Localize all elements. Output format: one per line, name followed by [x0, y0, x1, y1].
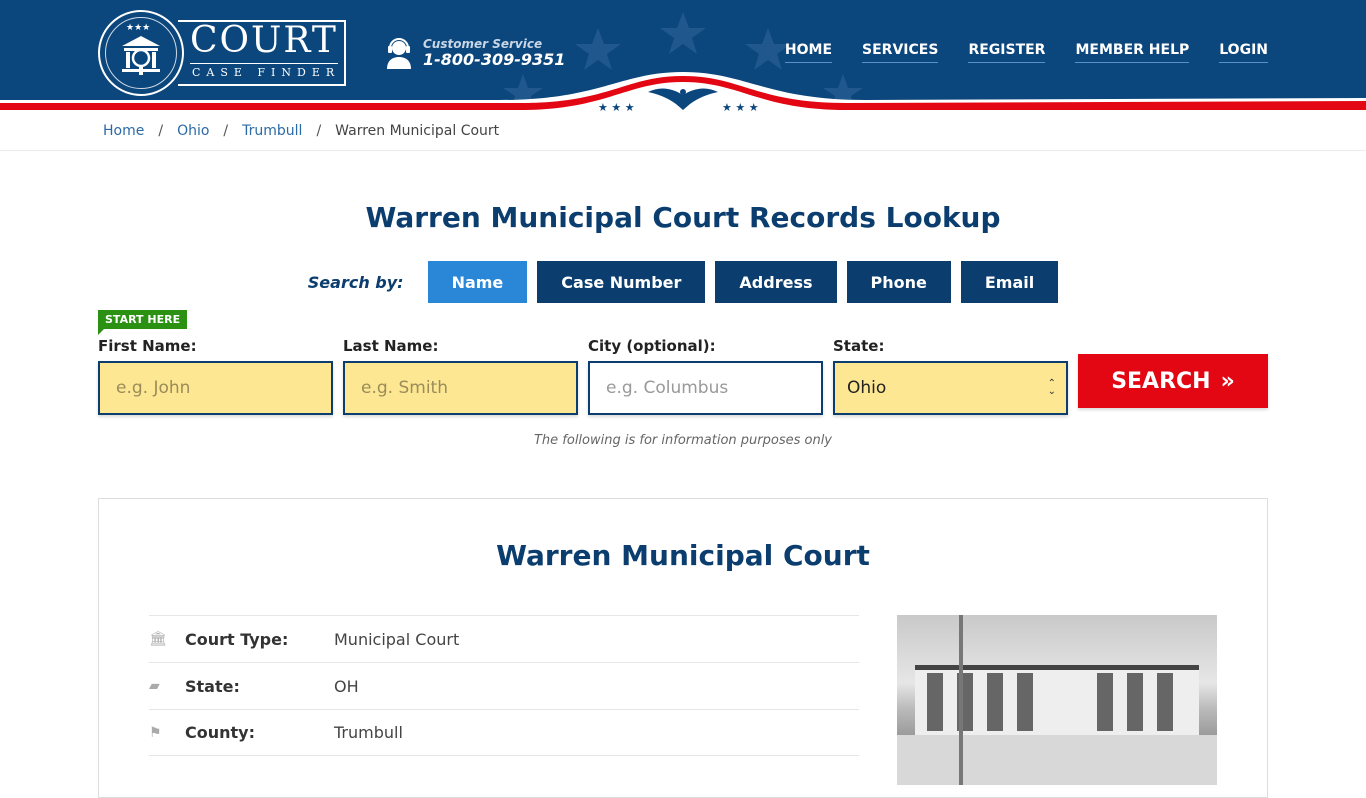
last-name-group: Last Name: e.g. Smith	[343, 337, 578, 415]
state-select[interactable]: Ohio ⌃ ⌄	[833, 361, 1068, 415]
city-input[interactable]: e.g. Columbus	[588, 361, 823, 415]
breadcrumb-ohio[interactable]: Ohio	[177, 123, 209, 139]
nav-services[interactable]: SERVICES	[862, 42, 939, 63]
logo-subtitle: CASE FINDER	[192, 66, 341, 79]
tab-case-number[interactable]: Case Number	[537, 261, 706, 303]
first-name-input[interactable]: e.g. John	[98, 361, 333, 415]
tab-name[interactable]: Name	[427, 261, 528, 303]
breadcrumb-trumbull[interactable]: Trumbull	[242, 123, 302, 139]
usa-map-icon: ▰	[149, 678, 160, 694]
customer-service: Customer Service 1-800-309-9351	[385, 36, 565, 70]
start-here-badge: START HERE	[98, 310, 188, 335]
breadcrumb-separator: /	[316, 123, 322, 139]
breadcrumb-current: Warren Municipal Court	[335, 123, 500, 139]
search-button-label: SEARCH	[1111, 368, 1211, 394]
first-name-group: First Name: e.g. John	[98, 337, 333, 415]
svg-text:★ ★ ★: ★ ★ ★	[722, 101, 759, 112]
detail-key: State:	[185, 676, 240, 696]
site-header: ★ ★ ★ ★ ★ ★ ★★★ COURT CASE FINDER Custom…	[0, 0, 1366, 112]
detail-value: OH	[334, 676, 359, 696]
nav-register[interactable]: REGISTER	[968, 42, 1046, 63]
headset-agent-icon	[387, 38, 411, 69]
logo-title: COURT	[190, 20, 338, 61]
tab-address[interactable]: Address	[715, 261, 837, 303]
search-by-tabs: Search by: Name Case Number Address Phon…	[0, 261, 1366, 303]
page-title: Warren Municipal Court Records Lookup	[365, 201, 1001, 234]
state-label: State:	[833, 337, 885, 355]
double-chevron-right-icon: »	[1220, 368, 1235, 394]
nav-home[interactable]: HOME	[784, 42, 833, 63]
detail-row: ⚑ County: Trumbull	[149, 709, 859, 756]
customer-service-phone[interactable]: 1-800-309-9351	[423, 51, 565, 69]
breadcrumb-home[interactable]: Home	[103, 123, 144, 139]
court-details-list: 🏛 Court Type: Municipal Court ▰ State: O…	[149, 615, 859, 756]
detail-row: ▰ State: OH	[149, 662, 859, 709]
detail-row: 🏛 Court Type: Municipal Court	[149, 615, 859, 662]
nav-member-help[interactable]: MEMBER HELP	[1075, 42, 1190, 63]
breadcrumb-separator: /	[158, 123, 164, 139]
search-form: START HERE First Name: e.g. John Last Na…	[98, 303, 1268, 463]
svg-text:★★★: ★★★	[126, 23, 150, 33]
detail-value: Municipal Court	[334, 629, 460, 649]
courthouse-seal-icon: ★★★	[98, 10, 184, 96]
city-label: City (optional):	[588, 337, 716, 355]
tab-phone[interactable]: Phone	[846, 261, 951, 303]
main-nav: HOME SERVICES REGISTER MEMBER HELP LOGIN	[784, 42, 1268, 63]
state-select-value: Ohio	[847, 378, 887, 398]
courthouse-icon: 🏛	[149, 631, 167, 647]
courthouse-photo	[897, 615, 1217, 785]
detail-key: Court Type:	[185, 629, 289, 649]
search-by-label: Search by:	[307, 272, 404, 292]
last-name-input[interactable]: e.g. Smith	[343, 361, 578, 415]
court-case-finder-logo[interactable]: ★★★ COURT CASE FINDER	[98, 10, 348, 96]
detail-value: Trumbull	[334, 723, 403, 742]
disclaimer-text: The following is for information purpose…	[533, 433, 833, 448]
flag-icon: ⚑	[149, 724, 162, 741]
tab-email[interactable]: Email	[960, 261, 1059, 303]
court-info-card: Warren Municipal Court 🏛 Court Type: Mun…	[98, 498, 1268, 798]
breadcrumb: Home / Ohio / Trumbull / Warren Municipa…	[0, 112, 1366, 151]
court-name-heading: Warren Municipal Court	[496, 539, 870, 572]
nav-login[interactable]: LOGIN	[1219, 42, 1268, 63]
svg-text:★ ★ ★: ★ ★ ★	[598, 101, 635, 112]
state-group: State: Ohio ⌃ ⌄	[833, 337, 1068, 415]
city-group: City (optional): e.g. Columbus	[588, 337, 823, 415]
customer-service-label: Customer Service	[423, 37, 543, 51]
breadcrumb-separator: /	[223, 123, 229, 139]
select-arrows-icon: ⌃ ⌄	[1047, 378, 1056, 397]
first-name-label: First Name:	[98, 337, 197, 355]
search-button[interactable]: SEARCH »	[1078, 354, 1268, 408]
last-name-label: Last Name:	[343, 337, 439, 355]
detail-key: County:	[185, 723, 255, 742]
